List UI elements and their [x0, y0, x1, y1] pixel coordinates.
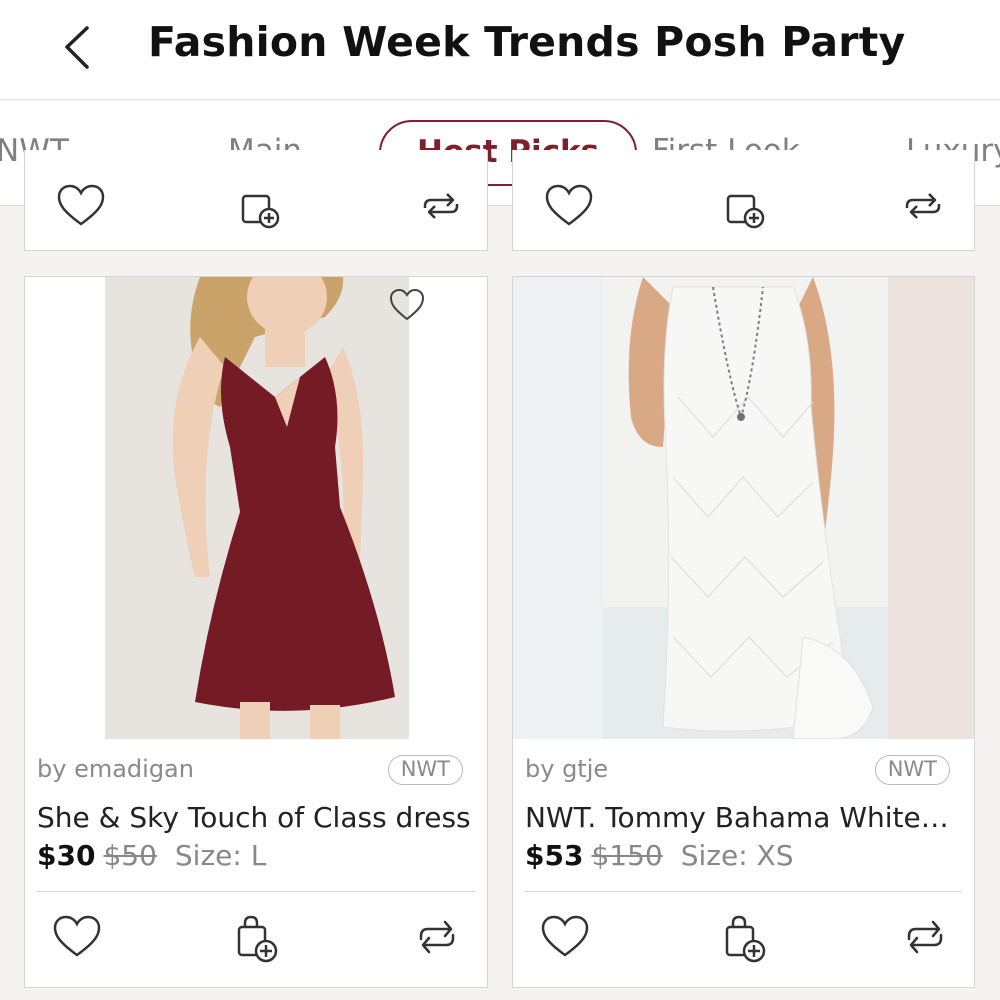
chevron-left-icon	[65, 26, 89, 69]
back-button[interactable]	[55, 20, 105, 75]
listing-card[interactable]: by gtje NWT NWT. Tommy Bahama White… $53…	[512, 276, 975, 988]
share-button[interactable]	[895, 178, 951, 234]
add-to-bundle-button[interactable]	[717, 909, 773, 965]
listing-title[interactable]: NWT. Tommy Bahama White…	[525, 801, 949, 834]
seller-name[interactable]: by emadigan	[37, 755, 194, 783]
like-button[interactable]	[541, 178, 597, 234]
white-eyelet-shift-dress-photo	[513, 277, 974, 739]
add-to-bundle-button[interactable]	[233, 178, 289, 234]
share-button[interactable]	[897, 909, 953, 965]
listing-price: $30	[37, 839, 96, 872]
original-price: $150	[591, 839, 663, 872]
heart-icon	[53, 915, 101, 957]
like-button[interactable]	[537, 909, 593, 965]
share-icon	[907, 920, 943, 954]
divider	[37, 891, 475, 892]
listing-card-previous[interactable]	[24, 150, 488, 251]
share-button[interactable]	[409, 909, 465, 965]
top-app-bar: Fashion Week Trends Posh Party	[0, 0, 1000, 100]
heart-outline-icon	[389, 288, 425, 321]
photo-like-button[interactable]	[387, 285, 427, 325]
seller-name[interactable]: by gtje	[525, 755, 608, 783]
heart-icon	[57, 184, 105, 226]
heart-icon	[541, 915, 589, 957]
listing-size: Size: XS	[680, 839, 794, 872]
share-icon	[419, 920, 455, 954]
add-to-bundle-icon	[726, 194, 765, 229]
card-actions	[513, 184, 974, 250]
add-to-bundle-button[interactable]	[718, 178, 774, 234]
burgundy-sleeveless-dress-photo	[25, 277, 487, 739]
card-actions	[25, 909, 487, 969]
listing-price: $53	[525, 839, 584, 872]
add-to-bundle-icon	[237, 915, 278, 963]
listing-photo[interactable]	[513, 277, 974, 739]
like-button[interactable]	[53, 178, 109, 234]
listing-card-previous[interactable]	[512, 150, 975, 251]
price-row: $53 $150 Size: XS	[525, 839, 793, 872]
add-to-bundle-icon	[725, 915, 766, 963]
listing-title[interactable]: She & Sky Touch of Class dress	[37, 801, 471, 834]
add-to-bundle-icon	[241, 194, 280, 229]
share-icon	[905, 193, 941, 219]
listing-photo[interactable]	[25, 277, 487, 739]
heart-icon	[545, 184, 593, 226]
page-title: Fashion Week Trends Posh Party	[148, 18, 906, 66]
like-button[interactable]	[49, 909, 105, 965]
price-row: $30 $50 Size: L	[37, 839, 266, 872]
share-icon	[423, 193, 459, 219]
add-to-bundle-button[interactable]	[229, 909, 285, 965]
nwt-badge: NWT	[387, 755, 463, 785]
card-actions	[25, 184, 487, 250]
listing-size: Size: L	[174, 839, 267, 872]
share-button[interactable]	[413, 178, 469, 234]
listing-card[interactable]: by emadigan NWT She & Sky Touch of Class…	[24, 276, 488, 988]
nwt-badge: NWT	[874, 755, 950, 785]
original-price: $50	[103, 839, 157, 872]
divider	[525, 891, 962, 892]
card-actions	[513, 909, 974, 969]
